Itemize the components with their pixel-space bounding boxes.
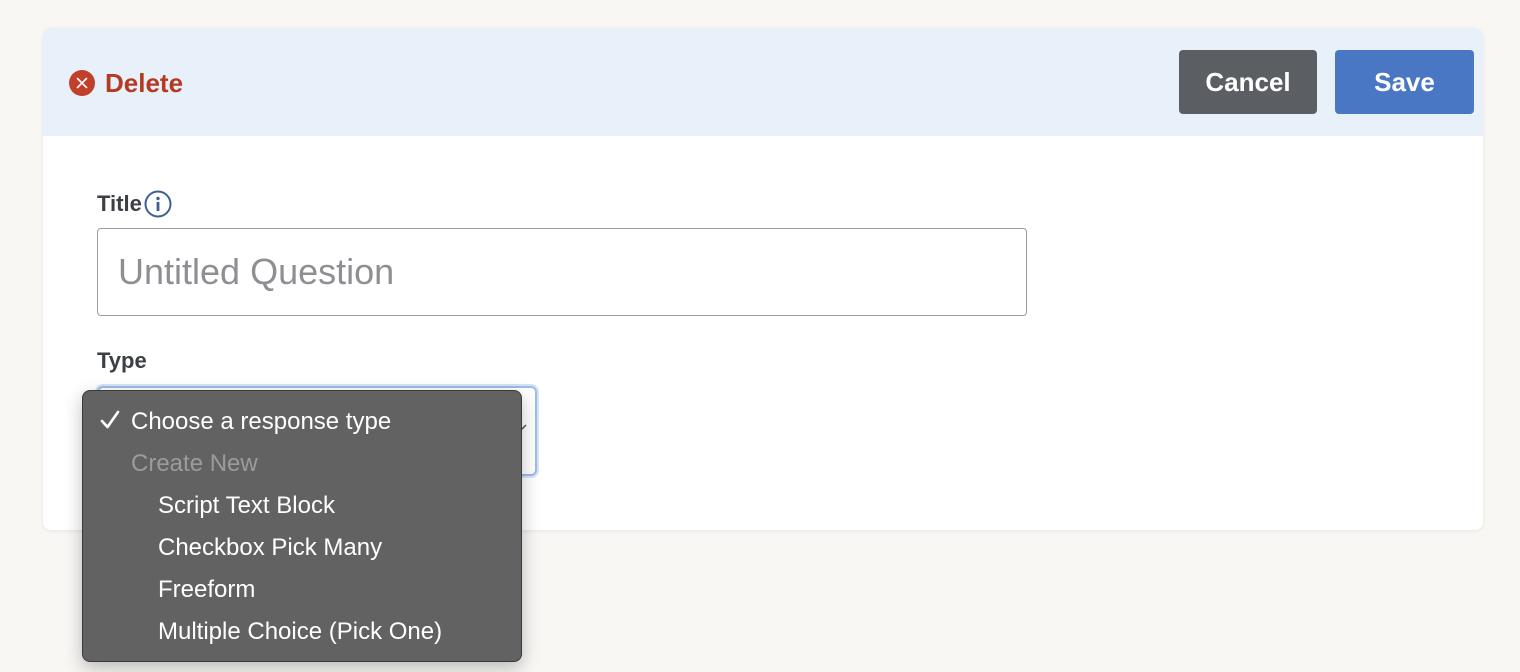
save-button[interactable]: Save [1335, 50, 1474, 114]
dropdown-option-multiple-choice[interactable]: Multiple Choice (Pick One) [83, 611, 521, 653]
dropdown-option-checkbox-pick-many[interactable]: Checkbox Pick Many [83, 527, 521, 569]
dropdown-option-freeform[interactable]: Freeform [83, 569, 521, 611]
type-label: Type [97, 348, 147, 373]
delete-label: Delete [105, 67, 184, 98]
dropdown-group-label: Create New [131, 450, 258, 477]
info-icon[interactable] [144, 190, 172, 218]
title-label-row: Title [97, 190, 172, 218]
cancel-button[interactable]: Cancel [1179, 50, 1317, 114]
dropdown-option-script-text-block[interactable]: Script Text Block [83, 485, 521, 527]
title-input[interactable] [97, 228, 1027, 316]
delete-button[interactable]: Delete [69, 66, 183, 100]
dropdown-option-selected[interactable]: Choose a response type [83, 401, 521, 443]
title-label: Title [97, 191, 142, 216]
type-dropdown-menu: Choose a response type Create New Script… [82, 390, 522, 662]
editor-header: Delete Cancel Save [43, 28, 1483, 136]
checkmark-icon [99, 409, 123, 433]
dropdown-option-label: Choose a response type [131, 408, 392, 435]
close-circle-icon [69, 70, 95, 96]
